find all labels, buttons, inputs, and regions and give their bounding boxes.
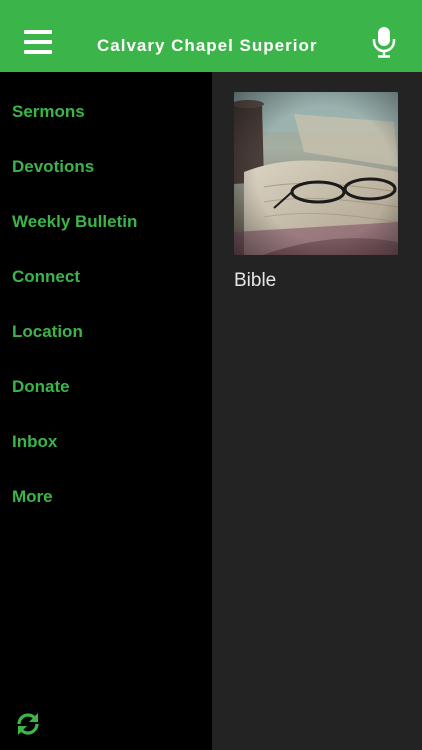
sidebar-item-sermons[interactable]: Sermons [12,100,85,124]
sidebar-item-donate[interactable]: Donate [12,375,70,399]
sidebar-item-location[interactable]: Location [12,320,83,344]
refresh-icon[interactable] [14,710,42,738]
sidebar-item-more[interactable]: More [12,485,53,509]
bible-card[interactable]: Bible [234,92,399,293]
sidebar-item-weekly-bulletin[interactable]: Weekly Bulletin [12,210,137,234]
sidebar-item-connect[interactable]: Connect [12,265,80,289]
sidebar-item-inbox[interactable]: Inbox [12,430,57,454]
hamburger-menu-icon[interactable] [24,30,52,54]
card-label: Bible [234,270,277,291]
sidebar-item-devotions[interactable]: Devotions [12,155,94,179]
microphone-icon[interactable] [372,26,396,58]
bible-thumbnail-image [234,92,398,255]
app-title: Calvary Chapel Superior [97,36,318,55]
app-header: Calvary Chapel Superior [0,0,422,72]
content-area: Bible [212,72,422,750]
sidebar-menu: Sermons Devotions Weekly Bulletin Connec… [0,72,212,750]
